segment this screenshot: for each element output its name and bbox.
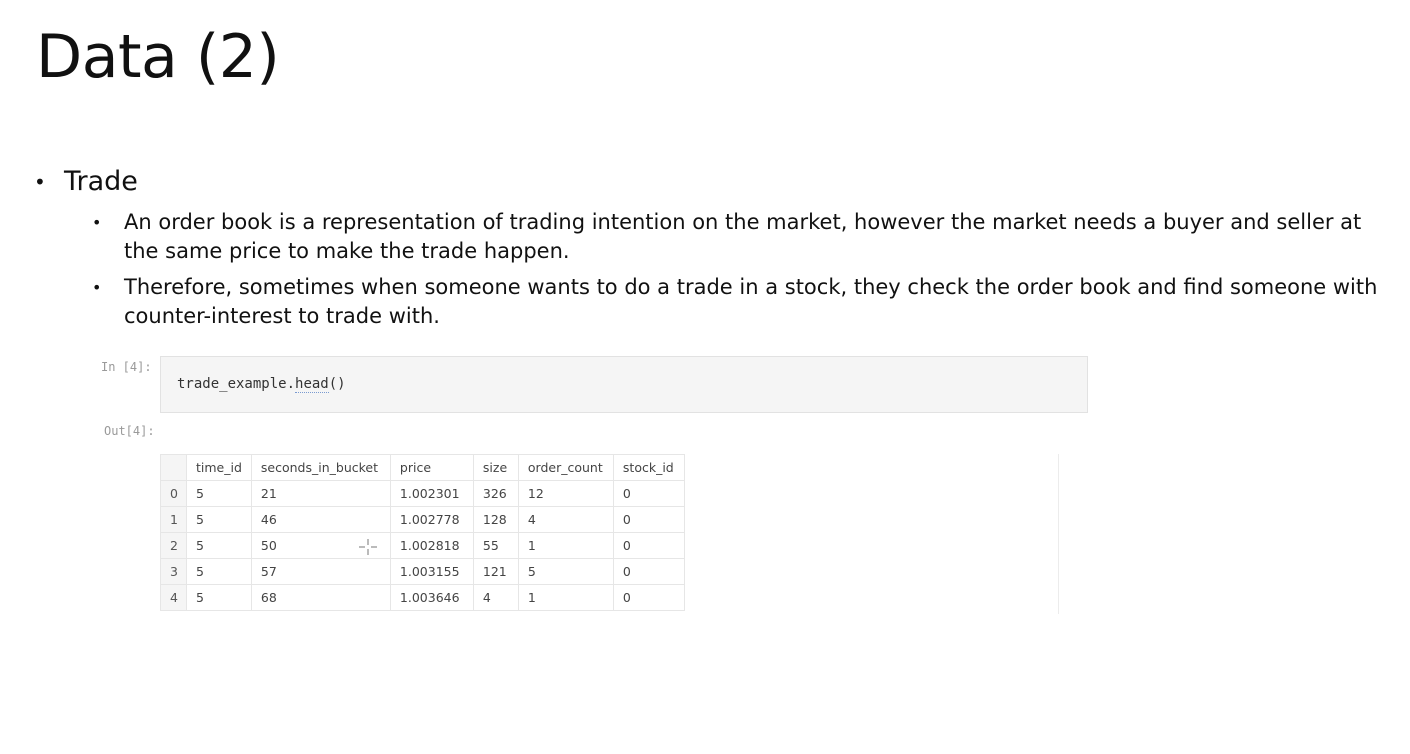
column-header: stock_id (612, 454, 685, 481)
table-cell: 0 (612, 506, 685, 533)
table-cell: 0 (612, 584, 685, 611)
table-cell: 46 (250, 506, 391, 533)
table-cell: 121 (472, 558, 519, 585)
bullet-dot-icon: • (92, 278, 102, 297)
table-cell: 0 (612, 558, 685, 585)
index-header (160, 454, 187, 481)
table-cell: 1 (517, 532, 614, 559)
row-index: 3 (160, 558, 187, 585)
table-cell: 21 (250, 480, 391, 507)
output-prompt: Out[4]: (104, 424, 155, 438)
column-header: price (389, 454, 474, 481)
table-cell: 5 (186, 532, 252, 559)
table-cell: 1.002778 (389, 506, 474, 533)
table-cell: 12 (517, 480, 614, 507)
sub-bullet-counter-interest: • Therefore, sometimes when someone want… (92, 273, 1382, 331)
table-header-row: time_id seconds_in_bucket price size ord… (160, 454, 685, 481)
dataframe-table: time_id seconds_in_bucket price size ord… (160, 454, 685, 611)
table-cell: 5 (517, 558, 614, 585)
table-cell: 4 (472, 584, 519, 611)
bullet-trade-text: Trade (64, 166, 138, 197)
table-cell: 5 (186, 584, 252, 611)
code-cell[interactable]: trade_example.head() (160, 356, 1088, 413)
column-header: order_count (517, 454, 614, 481)
table-row: 3 5 57 1.003155 121 5 0 (160, 558, 685, 585)
table-cell: 4 (517, 506, 614, 533)
table-cell: 326 (472, 480, 519, 507)
table-cell: 1.003155 (389, 558, 474, 585)
column-header: seconds_in_bucket (250, 454, 391, 481)
table-cell: 1.003646 (389, 584, 474, 611)
table-cell: 68 (250, 584, 391, 611)
table-cell: 1.002818 (389, 532, 474, 559)
code-object: trade_example. (177, 376, 296, 392)
table-cell: 5 (186, 558, 252, 585)
bullet-dot-icon: • (34, 170, 46, 194)
row-index: 0 (160, 480, 187, 507)
table-cell: 55 (472, 532, 519, 559)
table-cell: 0 (612, 480, 685, 507)
sub-bullet-order-book: • An order book is a representation of t… (92, 208, 1382, 266)
code-args: () (328, 376, 346, 392)
table-row: 1 5 46 1.002778 128 4 0 (160, 506, 685, 533)
code-method: head (295, 376, 329, 393)
row-index: 2 (160, 532, 187, 559)
bullet-dot-icon: • (92, 213, 102, 232)
table-cell: 128 (472, 506, 519, 533)
sub-bullet-text: Therefore, sometimes when someone wants … (124, 275, 1378, 328)
row-index: 4 (160, 584, 187, 611)
table-row: 2 5 50 1.002818 55 1 0 (160, 532, 685, 559)
output-area: time_id seconds_in_bucket price size ord… (160, 454, 1059, 614)
table-cell: 0 (612, 532, 685, 559)
table-row: 4 5 68 1.003646 4 1 0 (160, 584, 685, 611)
table-cell: 1.002301 (389, 480, 474, 507)
crosshair-cursor-icon (358, 538, 378, 556)
column-header: size (472, 454, 519, 481)
table-cell: 5 (186, 506, 252, 533)
code-text[interactable]: trade_example.head() (177, 376, 346, 393)
table-cell: 1 (517, 584, 614, 611)
row-index: 1 (160, 506, 187, 533)
sub-bullet-text: An order book is a representation of tra… (124, 210, 1362, 263)
table-cell: 5 (186, 480, 252, 507)
table-cell: 57 (250, 558, 391, 585)
slide-title: Data (2) (36, 22, 280, 92)
column-header: time_id (186, 454, 252, 481)
input-prompt: In [4]: (101, 360, 152, 374)
table-row: 0 5 21 1.002301 326 12 0 (160, 480, 685, 507)
